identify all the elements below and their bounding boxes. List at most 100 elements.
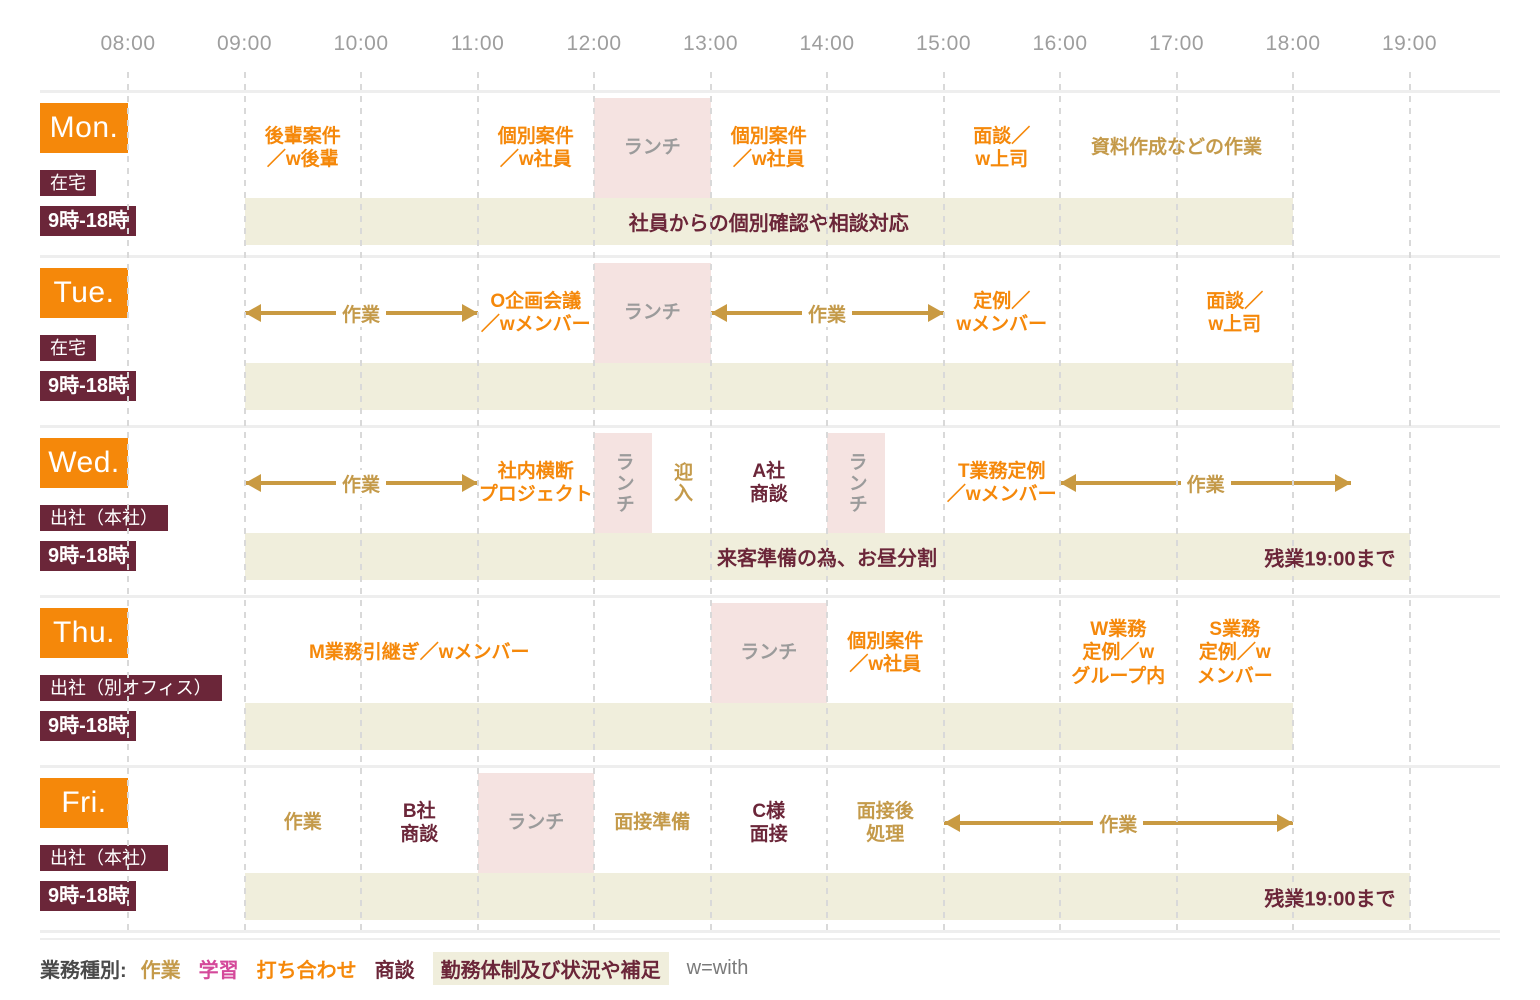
location-badge: 出社（本社） <box>40 505 168 531</box>
task-block-meeting: S業務 定例／w メンバー <box>1196 619 1273 687</box>
note-text: 社員からの個別確認や相談対応 <box>628 213 909 235</box>
task-block-meeting: 個別案件 ／w社員 <box>847 630 924 675</box>
row-divider <box>40 90 1500 93</box>
gridline-1600 <box>1059 72 1061 930</box>
task-block-meeting: 社内横断 プロジェクト <box>478 460 593 505</box>
arrow-head-left-icon <box>244 474 261 492</box>
task-block-lunch: ランチ <box>710 603 827 703</box>
axis-tick-1600: 16:00 <box>1032 32 1088 55</box>
task-block-meeting: O企画会議 ／wメンバー <box>480 290 591 335</box>
row-divider <box>40 255 1500 258</box>
note-bar: 社員からの個別確認や相談対応 <box>244 198 1293 245</box>
day-label-wed: Wed. <box>40 438 128 488</box>
gridline-1200 <box>593 72 595 930</box>
work-hours-badge: 9時-18時 <box>40 206 137 236</box>
arrow-head-left-icon <box>710 304 727 322</box>
gridline-1000 <box>360 72 362 930</box>
task-label: 作業 <box>801 299 852 327</box>
time-axis: 08:00 09:00 10:00 11:00 12:00 13:00 14:00 15:00… <box>0 0 1540 90</box>
schedule-row-tue: Tue. 在宅 9時-18時 作業 O企画会議 ／wメンバー ランチ 作業 定例／ wメンバー… <box>0 255 1540 420</box>
gridline-1400 <box>826 72 828 930</box>
note-bar <box>244 703 1293 750</box>
task-block-lunch: ランチ <box>594 98 711 198</box>
row-divider <box>40 425 1500 428</box>
legend-lead: 業務種別: <box>40 960 127 982</box>
gridline-0900 <box>243 72 246 930</box>
task-block-meeting: 後輩案件 ／w後輩 <box>264 125 341 170</box>
location-badge: 在宅 <box>40 170 96 196</box>
legend-item-shodan: 商談 <box>374 960 415 982</box>
task-label: 作業 <box>335 469 386 497</box>
task-block-meeting: 定例／ wメンバー <box>956 290 1048 335</box>
location-badge: 在宅 <box>40 335 96 361</box>
axis-tick-1000: 10:00 <box>333 32 389 55</box>
axis-tick-1900: 19:00 <box>1381 32 1438 55</box>
gridline-1700 <box>1175 72 1178 930</box>
gridline-1300 <box>709 72 712 930</box>
task-block-plain-v: 迎入 <box>670 462 692 504</box>
task-arrow-work: 作業 <box>1060 433 1352 533</box>
day-label-fri: Fri. <box>40 778 128 828</box>
note-bar <box>244 363 1293 410</box>
task-block-meeting: T業務定例 ／wメンバー <box>946 460 1057 505</box>
task-block-meeting: M業務引継ぎ／wメンバー <box>308 642 530 664</box>
axis-tick-1100: 11:00 <box>450 32 505 55</box>
legend-item-meeting: 打ち合わせ <box>256 960 357 982</box>
gridline-1100 <box>476 72 479 930</box>
day-label-mon: Mon. <box>40 103 128 153</box>
axis-tick-1400: 14:00 <box>799 32 855 55</box>
task-block-work: 面接後 処理 <box>856 800 914 845</box>
work-hours-badge: 9時-18時 <box>40 881 137 911</box>
note-overtime-text: 残業19:00まで <box>1264 548 1396 570</box>
legend: 業務種別: 作業 学習 打ち合わせ 商談 勤務体制及び状況や補足 w=with <box>40 952 748 985</box>
schedule-row-wed: Wed.出社（本社）9時-18時来客準備の為、お昼分割残業19:00まで作業社内… <box>0 425 1540 590</box>
work-hours-badge: 9時-18時 <box>40 541 137 571</box>
work-hours-badge: 9時-18時 <box>40 371 137 401</box>
note-overtime-text: 残業19:00まで <box>1264 888 1396 910</box>
row-divider <box>40 930 1500 933</box>
legend-with-note: w=with <box>686 957 749 979</box>
task-label: 作業 <box>335 299 386 327</box>
row-divider <box>40 595 1500 598</box>
gridline-0800 <box>127 72 129 930</box>
axis-tick-1800: 18:00 <box>1265 32 1321 55</box>
task-block-meeting: 面談／ w上司 <box>1206 290 1264 335</box>
axis-tick-0900: 09:00 <box>216 32 273 55</box>
schedule-row-fri: Fri. 出社（本社） 9時-18時 残業19:00まで 作業 B社 商談 ランチ 面接準備 C… <box>0 765 1540 930</box>
arrow-head-right-icon <box>1335 474 1352 492</box>
location-badge: 出社（本社） <box>40 845 168 871</box>
task-block-shodan: B社 商談 <box>400 800 439 845</box>
gridline-1900 <box>1408 72 1411 930</box>
axis-tick-1700: 17:00 <box>1148 32 1205 55</box>
axis-tick-1300: 13:00 <box>682 32 739 55</box>
axis-tick-1200: 12:00 <box>566 32 622 55</box>
task-arrow-work: 作業 <box>943 773 1293 873</box>
task-block-work: 面接準備 <box>614 812 691 834</box>
location-badge: 出社（別オフィス） <box>40 675 222 701</box>
arrow-head-right-icon <box>461 304 478 322</box>
axis-tick-0800: 08:00 <box>100 32 156 55</box>
schedule-row-mon: Mon. 在宅 9時-18時 社員からの個別確認や相談対応 後輩案件 ／w後輩 個別案件 … <box>0 90 1540 255</box>
arrow-head-right-icon <box>461 474 478 492</box>
arrow-head-left-icon <box>244 304 261 322</box>
arrow-head-right-icon <box>1277 814 1293 832</box>
row-divider <box>40 765 1500 768</box>
gridline-1800 <box>1292 72 1294 930</box>
legend-divider <box>40 938 1500 940</box>
arrow-head-right-icon <box>927 304 944 322</box>
task-block-meeting: 個別案件 ／w社員 <box>730 125 807 170</box>
day-label-thu: Thu. <box>40 608 128 658</box>
task-block-work: 作業 <box>283 812 322 834</box>
weekly-schedule-chart: 08:00 09:00 10:00 11:00 12:00 13:00 14:00 15:00… <box>0 0 1540 1000</box>
gridline-1500 <box>942 72 945 930</box>
task-block-shodan: A社 商談 <box>749 460 788 505</box>
task-label: 作業 <box>1180 469 1231 497</box>
schedule-row-thu: Thu. 出社（別オフィス） 9時-18時 M業務引継ぎ／wメンバー ランチ 個別案件 ／… <box>0 595 1540 760</box>
task-block-meeting: 個別案件 ／w社員 <box>497 125 574 170</box>
task-block-lunch-v: ランチ <box>594 433 653 533</box>
task-label: 作業 <box>1093 809 1144 837</box>
task-block-lunch: ランチ <box>594 263 711 363</box>
axis-tick-1500: 15:00 <box>915 32 972 55</box>
task-block-meeting: W業務 定例／w グループ内 <box>1071 619 1166 687</box>
task-block-lunch-v: ランチ <box>827 433 886 533</box>
